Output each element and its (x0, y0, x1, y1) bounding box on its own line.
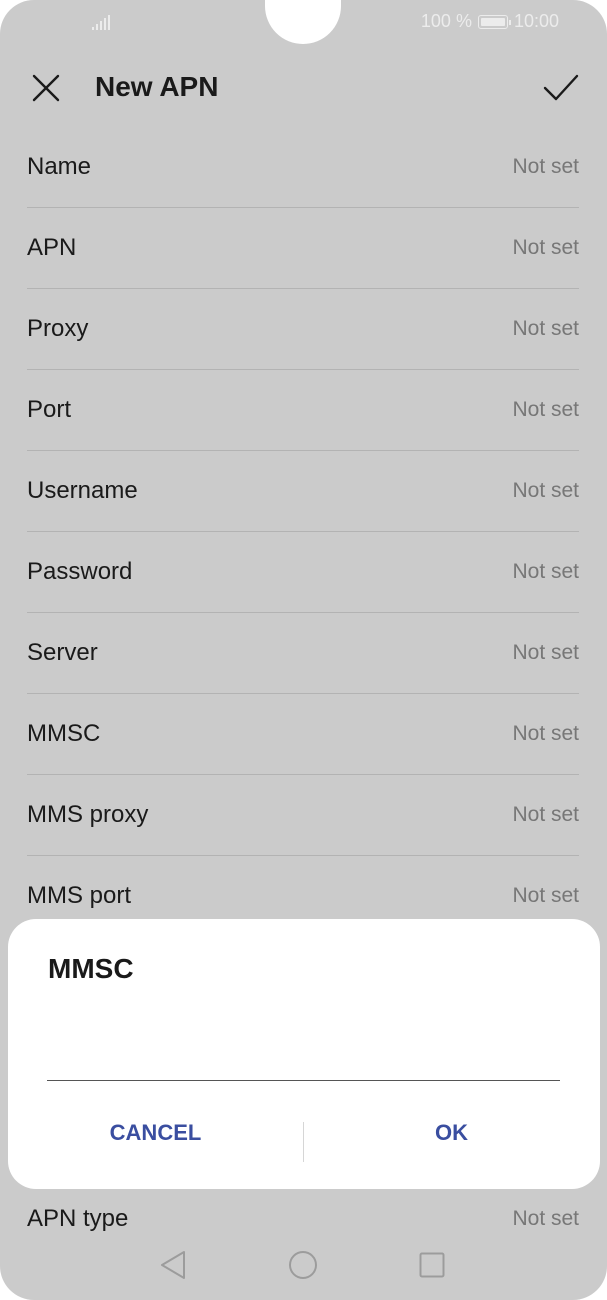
setting-value: Not set (512, 398, 579, 421)
setting-row-name[interactable]: Name Not set (27, 127, 579, 208)
battery-icon (477, 14, 511, 29)
phone-screen: 100 % 10:00 New APN Name Not set APN Not… (0, 0, 607, 1300)
recent-square-icon[interactable] (419, 1252, 445, 1278)
ok-button[interactable]: OK (304, 1109, 599, 1157)
setting-row-apn-type[interactable]: APN type Not set (27, 1196, 579, 1242)
setting-row-server[interactable]: Server Not set (27, 613, 579, 694)
setting-row-port[interactable]: Port Not set (27, 370, 579, 451)
cancel-button[interactable]: CANCEL (8, 1109, 303, 1157)
setting-row-mms-proxy[interactable]: MMS proxy Not set (27, 775, 579, 856)
setting-value: Not set (512, 1207, 579, 1230)
back-triangle-icon[interactable] (158, 1249, 188, 1281)
setting-value: Not set (512, 155, 579, 178)
setting-value: Not set (512, 236, 579, 259)
dialog-title: MMSC (48, 953, 134, 984)
home-circle-icon[interactable] (288, 1250, 318, 1280)
setting-label: APN (27, 234, 77, 261)
setting-row-username[interactable]: Username Not set (27, 451, 579, 532)
setting-value: Not set (512, 722, 579, 745)
setting-value: Not set (512, 803, 579, 826)
setting-label: MMSC (27, 720, 101, 747)
setting-label: Port (27, 396, 72, 423)
setting-label: Proxy (27, 315, 89, 342)
setting-label: Name (27, 153, 92, 180)
setting-label: Password (27, 558, 133, 585)
setting-label: APN type (27, 1205, 129, 1232)
setting-value: Not set (512, 884, 579, 907)
check-icon[interactable] (543, 72, 579, 104)
setting-value: Not set (512, 641, 579, 664)
navigation-bar (0, 1245, 607, 1285)
setting-row-proxy[interactable]: Proxy Not set (27, 289, 579, 370)
status-right: 100 % 10:00 (421, 11, 559, 32)
setting-label: MMS proxy (27, 801, 149, 828)
setting-row-password[interactable]: Password Not set (27, 532, 579, 613)
mmsc-input[interactable] (47, 1031, 560, 1081)
setting-label: Username (27, 477, 138, 504)
setting-value: Not set (512, 317, 579, 340)
setting-row-mmsc[interactable]: MMSC Not set (27, 694, 579, 775)
page-title: New APN (95, 71, 219, 102)
signal-icon (92, 15, 110, 30)
clock: 10:00 (513, 11, 559, 31)
close-icon[interactable] (30, 72, 62, 104)
battery-percent: 100 % (420, 11, 472, 31)
setting-label: Server (27, 639, 98, 666)
toolbar: New APN (0, 60, 607, 116)
mmsc-dialog: MMSC CANCEL OK (8, 919, 600, 1189)
setting-label: MMS port (27, 882, 132, 909)
setting-value: Not set (512, 479, 579, 502)
setting-value: Not set (512, 560, 579, 583)
apn-settings-list: Name Not set APN Not set Proxy Not set P… (27, 127, 579, 937)
setting-row-apn[interactable]: APN Not set (27, 208, 579, 289)
